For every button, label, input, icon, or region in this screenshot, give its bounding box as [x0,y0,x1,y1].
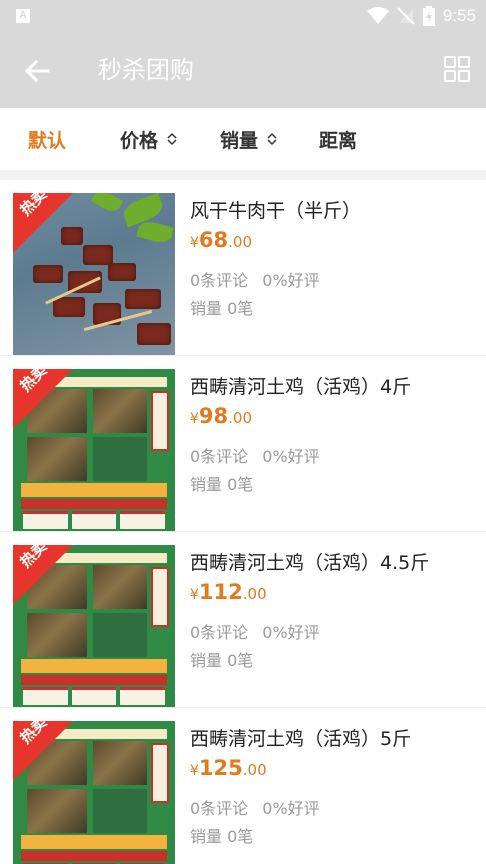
product-price: ¥125.00 [190,756,267,780]
filter-distance[interactable]: 距离 [319,108,357,170]
positive-rate: 0%好评 [262,271,320,290]
product-list: 热卖 风干牛肉干（半斤） ¥68.00 0条评论 0%好评 销量 0笔 热卖 西畴… [0,180,486,864]
product-price: ¥112.00 [190,580,267,604]
positive-rate: 0%好评 [262,623,320,642]
product-sales: 销量 0笔 [190,827,254,846]
sort-arrows-icon [267,132,277,146]
hot-sale-badge: 热卖 [13,369,73,429]
product-name: 西畴清河土鸡（活鸡）4斤 [190,376,412,398]
status-bar: A 9:55 [0,0,486,32]
review-count: 0条评论 [190,623,249,642]
sort-filter-bar: 默认 价格 销量 距离 [0,108,486,170]
page-title: 秒杀团购 [98,56,194,84]
product-reviews: 0条评论 0%好评 [190,267,320,291]
product-name: 西畴清河土鸡（活鸡）5斤 [190,728,412,750]
grid-view-icon[interactable] [444,56,470,82]
filter-sales[interactable]: 销量 [220,108,278,170]
app-bar: 秒杀团购 [0,32,486,108]
filter-label: 销量 [220,129,259,152]
product-sales: 销量 0笔 [190,651,254,670]
product-row[interactable]: 热卖 西畴清河土鸡（活鸡）4.5斤 ¥112.00 0条评论 0%好评 销量 0笔 [0,532,486,708]
product-sales: 销量 0笔 [190,475,254,494]
product-reviews: 0条评论 0%好评 [190,619,320,643]
product-image-chicken: 热卖 [13,369,175,531]
product-price: ¥68.00 [190,228,253,252]
review-count: 0条评论 [190,447,249,466]
no-signal-icon [397,7,415,25]
product-reviews: 0条评论 0%好评 [190,443,320,467]
filter-label: 默认 [28,129,67,152]
filter-label: 距离 [319,129,358,152]
sort-arrows-icon [167,132,177,146]
back-arrow-icon[interactable] [22,56,52,86]
battery-charging-icon [422,6,435,26]
product-row[interactable]: 热卖 西畴清河土鸡（活鸡）4斤 ¥98.00 0条评论 0%好评 销量 0笔 [0,356,486,532]
product-image-chicken: 热卖 [13,545,175,707]
product-image-chicken: 热卖 [13,721,175,864]
hot-sale-badge: 热卖 [13,721,73,781]
product-sales: 销量 0笔 [190,299,254,318]
review-count: 0条评论 [190,799,249,818]
hot-sale-badge: 热卖 [13,545,73,605]
positive-rate: 0%好评 [262,799,320,818]
product-row[interactable]: 热卖 风干牛肉干（半斤） ¥68.00 0条评论 0%好评 销量 0笔 [0,180,486,356]
product-name: 西畴清河土鸡（活鸡）4.5斤 [190,552,430,574]
product-price: ¥98.00 [190,404,253,428]
product-name: 风干牛肉干（半斤） [190,200,362,222]
filter-price[interactable]: 价格 [120,108,178,170]
wifi-icon [366,7,389,24]
hot-sale-badge: 热卖 [13,193,73,253]
status-icons: 9:55 [366,4,476,28]
product-reviews: 0条评论 0%好评 [190,795,320,819]
notification-a-icon: A [16,9,30,23]
filter-default[interactable]: 默认 [28,108,66,170]
status-time: 9:55 [442,6,476,25]
filter-label: 价格 [120,129,159,152]
positive-rate: 0%好评 [262,447,320,466]
product-row[interactable]: 热卖 西畴清河土鸡（活鸡）5斤 ¥125.00 0条评论 0%好评 销量 0笔 [0,708,486,864]
review-count: 0条评论 [190,271,249,290]
product-image-beef-jerky: 热卖 [13,193,175,355]
